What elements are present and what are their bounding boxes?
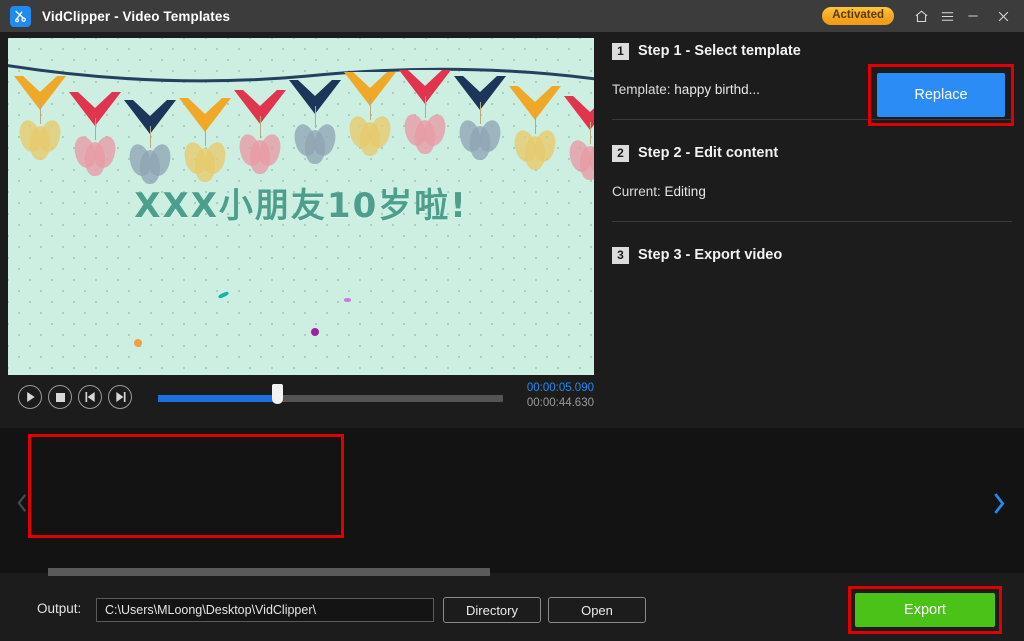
play-button[interactable]: [18, 385, 42, 409]
step-title: Step 3 - Export video: [638, 247, 783, 263]
title-bar: VidClipper - Video Templates Activated: [0, 0, 1024, 32]
step-title: Step 2 - Edit content: [638, 145, 779, 161]
hanging-flower: [456, 118, 504, 162]
seek-bar[interactable]: [158, 384, 503, 404]
step-number-badge: 2: [612, 144, 629, 162]
bunting-flag-notch: [408, 70, 442, 86]
timeline-scrollbar-thumb[interactable]: [48, 568, 490, 576]
seek-bar-fill: [158, 395, 276, 402]
bunting-flag-notch: [463, 76, 497, 92]
hanging-flower: [566, 138, 594, 182]
scissors-logo-icon: [10, 5, 31, 27]
status-badge[interactable]: Activated: [822, 6, 894, 26]
confetti-dot: [311, 328, 319, 336]
chevron-right-icon[interactable]: [986, 488, 1010, 518]
bunting-flag-notch: [353, 72, 387, 88]
open-button[interactable]: Open: [548, 597, 646, 623]
divider: [612, 221, 1012, 222]
stop-button[interactable]: [48, 385, 72, 409]
template-value: happy birthd...: [674, 82, 760, 97]
bunting-flag-notch: [298, 80, 332, 96]
export-button[interactable]: Export: [855, 593, 995, 627]
step-number-badge: 1: [612, 42, 629, 60]
directory-button[interactable]: Directory: [443, 597, 541, 623]
hanging-flower: [346, 114, 394, 158]
bunting-flag-notch: [133, 100, 167, 116]
current-value: Editing: [664, 184, 706, 199]
current-label: Current:: [612, 184, 661, 199]
output-path-input[interactable]: C:\Users\MLoong\Desktop\VidClipper\: [96, 598, 434, 622]
video-preview[interactable]: XXX小朋友10岁啦!: [8, 38, 594, 375]
bunting-flag-notch: [243, 90, 277, 106]
step-3: 3 Step 3 - Export video: [612, 242, 1012, 268]
current-row: Current: Editing: [612, 184, 1012, 199]
step-number-badge: 3: [612, 246, 629, 264]
preview-title-text: XXX小朋友10岁啦!: [134, 186, 468, 226]
hanging-flower: [236, 132, 284, 176]
next-frame-button[interactable]: [108, 385, 132, 409]
bunting-flag-notch: [188, 98, 222, 114]
application-window: VidClipper - Video Templates Activated X…: [0, 0, 1024, 641]
replace-button[interactable]: Replace: [877, 73, 1005, 117]
time-display: 00:00:05.090 00:00:44.630: [494, 381, 594, 411]
bunting-flag-notch: [573, 96, 594, 112]
confetti-dot: [134, 339, 142, 347]
bunting-flag-notch: [518, 86, 552, 102]
confetti-dot: [217, 290, 230, 300]
hamburger-menu-icon[interactable]: [934, 0, 960, 32]
hanging-flower: [71, 134, 119, 178]
timeline-strip: 00:00:05.090HB2/11HB00:00:10.010Add imag…: [0, 428, 1024, 573]
preview-stage: XXX小朋友10岁啦!: [8, 38, 594, 375]
title-bar-controls: Activated: [822, 0, 1024, 32]
minimize-icon[interactable]: [960, 0, 986, 32]
current-time: 00:00:05.090: [526, 382, 594, 394]
home-icon[interactable]: [908, 0, 934, 32]
close-icon[interactable]: [986, 0, 1020, 32]
template-label: Template:: [612, 82, 671, 97]
hanging-flower: [16, 118, 64, 162]
bunting-flag-notch: [78, 92, 112, 108]
chevron-left-icon[interactable]: [10, 488, 34, 518]
app-title: VidClipper - Video Templates: [42, 8, 231, 24]
step-2: 2 Step 2 - Edit content Current: Editing: [612, 140, 1012, 222]
total-time: 00:00:44.630: [526, 397, 594, 409]
bunting-flag-notch: [23, 76, 57, 92]
output-label: Output:: [37, 601, 82, 616]
seek-handle[interactable]: [271, 384, 283, 404]
confetti-dot: [344, 298, 351, 302]
hanging-flower: [511, 128, 559, 172]
hanging-flower: [291, 122, 339, 166]
player-controls: 00:00:05.090 00:00:44.630: [8, 381, 594, 423]
previous-frame-button[interactable]: [78, 385, 102, 409]
hanging-flower: [401, 112, 449, 156]
step-title: Step 1 - Select template: [638, 43, 801, 59]
